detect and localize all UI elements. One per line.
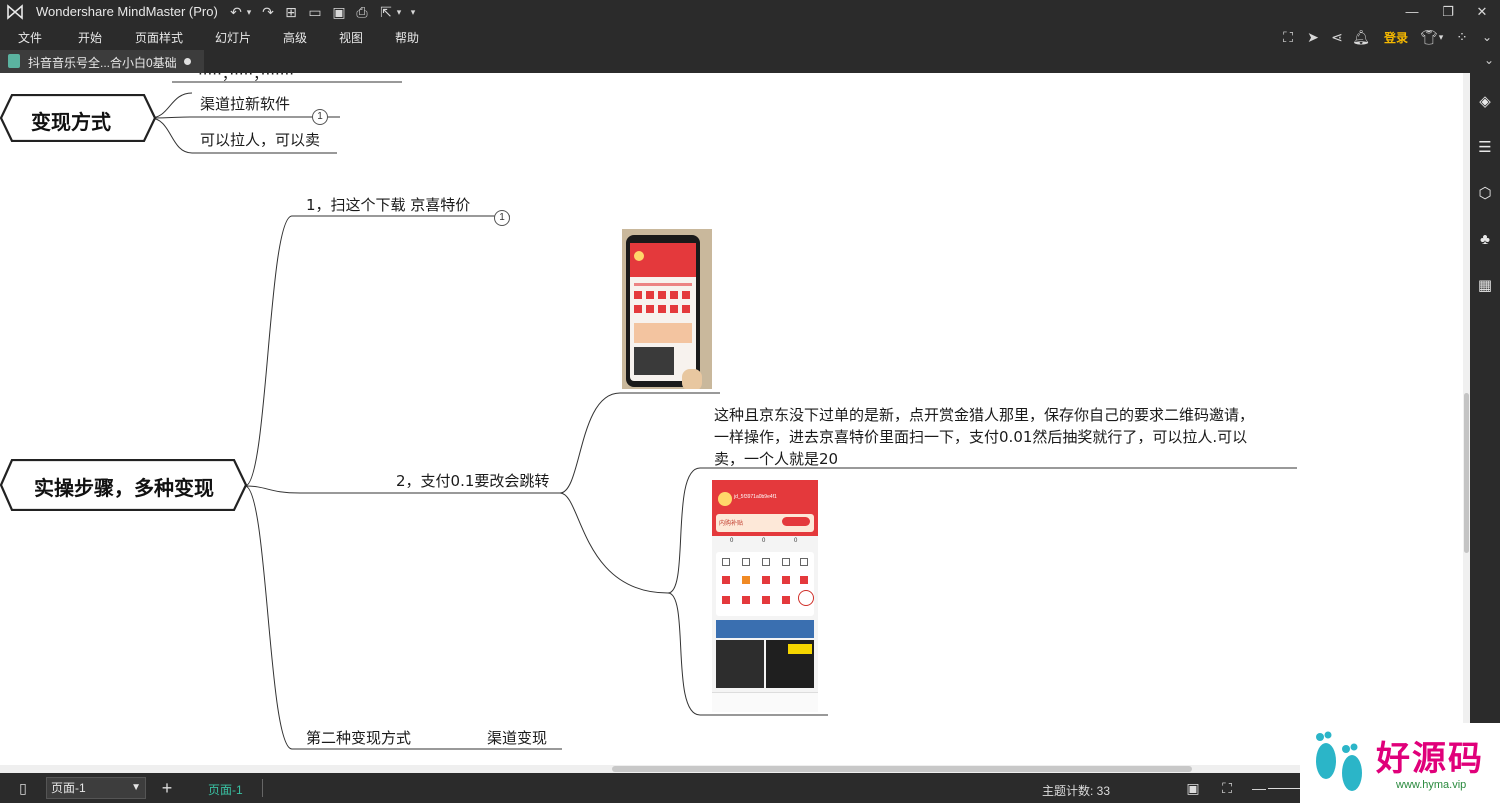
fit-page-icon[interactable]: ▣: [1184, 779, 1202, 797]
export-icon[interactable]: ⇱: [378, 3, 394, 21]
topic-steps[interactable]: 实操步骤，多种变现: [6, 472, 242, 501]
new-icon[interactable]: ⊞: [283, 3, 299, 21]
topic-monetize[interactable]: 变现方式: [0, 106, 142, 135]
phone-photo-image[interactable]: [622, 229, 712, 389]
divider: [262, 779, 263, 797]
app-counter-3: 0: [794, 538, 798, 544]
tab-list-chevron-icon[interactable]: ⌄: [1484, 53, 1494, 67]
mindmaster-logo-icon: [7, 4, 23, 20]
page-select[interactable]: 页面-1 ▼: [46, 777, 146, 799]
add-page-button[interactable]: +: [158, 779, 176, 797]
zoom-slider[interactable]: [1268, 788, 1300, 789]
undo-icon[interactable]: ↶: [228, 3, 244, 21]
share-icon[interactable]: ⋖: [1328, 28, 1346, 46]
menu-start[interactable]: 开始: [78, 29, 102, 46]
customize-icon[interactable]: ▾: [408, 3, 418, 21]
apps-icon[interactable]: ⁘: [1453, 28, 1471, 46]
footprint-logo-icon: [1316, 731, 1362, 791]
note-line-3[interactable]: 卖，一个人就是20: [714, 448, 838, 469]
app-counter-2: 0: [762, 538, 766, 544]
menu-help[interactable]: 帮助: [395, 29, 419, 46]
export-dropdown-icon[interactable]: ▾: [394, 3, 404, 21]
close-icon[interactable]: ✕: [1464, 0, 1500, 24]
redo-icon[interactable]: ↷: [260, 3, 276, 21]
document-tab-label: 抖音音乐号全...合小白0基础: [28, 56, 177, 70]
partial-topic-text[interactable]: ·····，·····，·······: [198, 73, 294, 84]
step-1-badge[interactable]: 1: [494, 210, 510, 226]
clover-icon[interactable]: ♣: [1476, 231, 1494, 249]
menu-bar: 文件 开始 页面样式 幻灯片 高级 视图 帮助 ⛶ ➤ ⋖ 🔔︎ 登录 👕︎ ▾…: [0, 24, 1500, 50]
calendar-check-icon[interactable]: ▦: [1476, 277, 1494, 295]
zoom-out-icon[interactable]: —: [1250, 779, 1268, 797]
vertical-scrollbar[interactable]: [1463, 73, 1470, 765]
note-line-2[interactable]: 一样操作，进去京喜特价里面扫一下，支付0.01然后抽奖就行了，可以拉人.可以: [714, 426, 1247, 447]
menu-slides[interactable]: 幻灯片: [215, 29, 251, 46]
channel-monetize[interactable]: 渠道变现: [487, 727, 547, 748]
app-username: jd_5f3971a0b9e4f1: [734, 494, 777, 500]
menu-file[interactable]: 文件: [18, 29, 42, 46]
save-icon[interactable]: ▣: [331, 3, 347, 21]
horizontal-scroll-thumb[interactable]: [612, 766, 1192, 772]
watermark: 好源码 www.hyma.vip: [1300, 723, 1500, 803]
branch-recruit-sell[interactable]: 可以拉人，可以卖: [200, 129, 320, 150]
second-monetize-method[interactable]: 第二种变现方式: [306, 727, 411, 748]
app-coupon-text: 内购补贴: [719, 521, 744, 527]
page-select-value: 页面-1: [51, 781, 86, 795]
menu-view[interactable]: 视图: [339, 29, 363, 46]
watermark-text: 好源码: [1376, 739, 1484, 779]
page-tab[interactable]: 页面-1: [208, 781, 243, 798]
send-icon[interactable]: ➤: [1304, 28, 1322, 46]
menu-advanced[interactable]: 高级: [283, 29, 307, 46]
mindmap-file-icon: [8, 54, 20, 68]
app-counter-1: 0: [730, 538, 734, 544]
bell-icon[interactable]: 🔔︎: [1352, 28, 1370, 46]
branch-channel-badge[interactable]: 1: [312, 109, 328, 125]
shirt-dropdown-icon[interactable]: ▾: [1436, 28, 1446, 46]
title-bar: Wondershare MindMaster (Pro) ↶ ▾ ↷ ⊞ ▭ ▣…: [0, 0, 1500, 24]
unsaved-dot-icon[interactable]: [184, 58, 191, 65]
print-icon[interactable]: ⎙: [354, 3, 370, 21]
step-2[interactable]: 2，支付0.1要改会跳转: [396, 470, 549, 491]
mindmap-canvas[interactable]: ·····，·····，······· 变现方式 渠道拉新软件 1 可以拉人，可…: [0, 73, 1463, 765]
login-button[interactable]: 登录: [1384, 29, 1408, 46]
fullscreen-icon[interactable]: ⛶: [1279, 28, 1297, 46]
topic-count: 主题计数: 33: [1042, 784, 1111, 798]
vertical-scroll-thumb[interactable]: [1464, 393, 1469, 553]
app-screenshot-image[interactable]: jd_5f3971a0b9e4f1 内购补贴 0 0 0: [712, 480, 818, 712]
outline-list-icon[interactable]: ☰: [1476, 139, 1494, 157]
watermark-url: www.hyma.vip: [1396, 779, 1467, 791]
page-select-arrow-icon: ▼: [131, 782, 141, 793]
restore-icon[interactable]: ❐: [1430, 0, 1466, 24]
branch-channel-software[interactable]: 渠道拉新软件: [200, 93, 290, 114]
format-paint-icon[interactable]: ◈: [1476, 93, 1494, 111]
undo-dropdown-icon[interactable]: ▾: [244, 3, 254, 21]
note-line-1[interactable]: 这种且京东没下过单的是新，点开赏金猎人那里，保存你自己的要求二维码邀请，: [714, 404, 1254, 425]
menu-page-style[interactable]: 页面样式: [135, 29, 183, 46]
right-sidebar: ◈ ☰ ⬡ ♣ ▦: [1470, 73, 1500, 723]
minimize-icon[interactable]: —: [1394, 0, 1430, 24]
status-bar: ▯ 页面-1 ▼ + 页面-1 主题计数: 33 ▣ ⛶ —: [0, 773, 1300, 803]
horizontal-scrollbar[interactable]: [0, 765, 1300, 773]
page-panel-icon[interactable]: ▯: [14, 779, 32, 797]
document-tab[interactable]: 抖音音乐号全...合小白0基础: [0, 50, 204, 73]
document-tab-bar: 抖音音乐号全...合小白0基础 ⌄: [0, 50, 1500, 73]
shield-icon[interactable]: ⬡: [1476, 185, 1494, 203]
step-1[interactable]: 1，扫这个下载 京喜特价: [306, 194, 470, 215]
fullscreen-icon[interactable]: ⛶: [1218, 779, 1236, 797]
collapse-icon[interactable]: ⌄: [1478, 28, 1496, 46]
open-icon[interactable]: ▭: [307, 3, 323, 21]
app-title: Wondershare MindMaster (Pro): [36, 4, 218, 19]
